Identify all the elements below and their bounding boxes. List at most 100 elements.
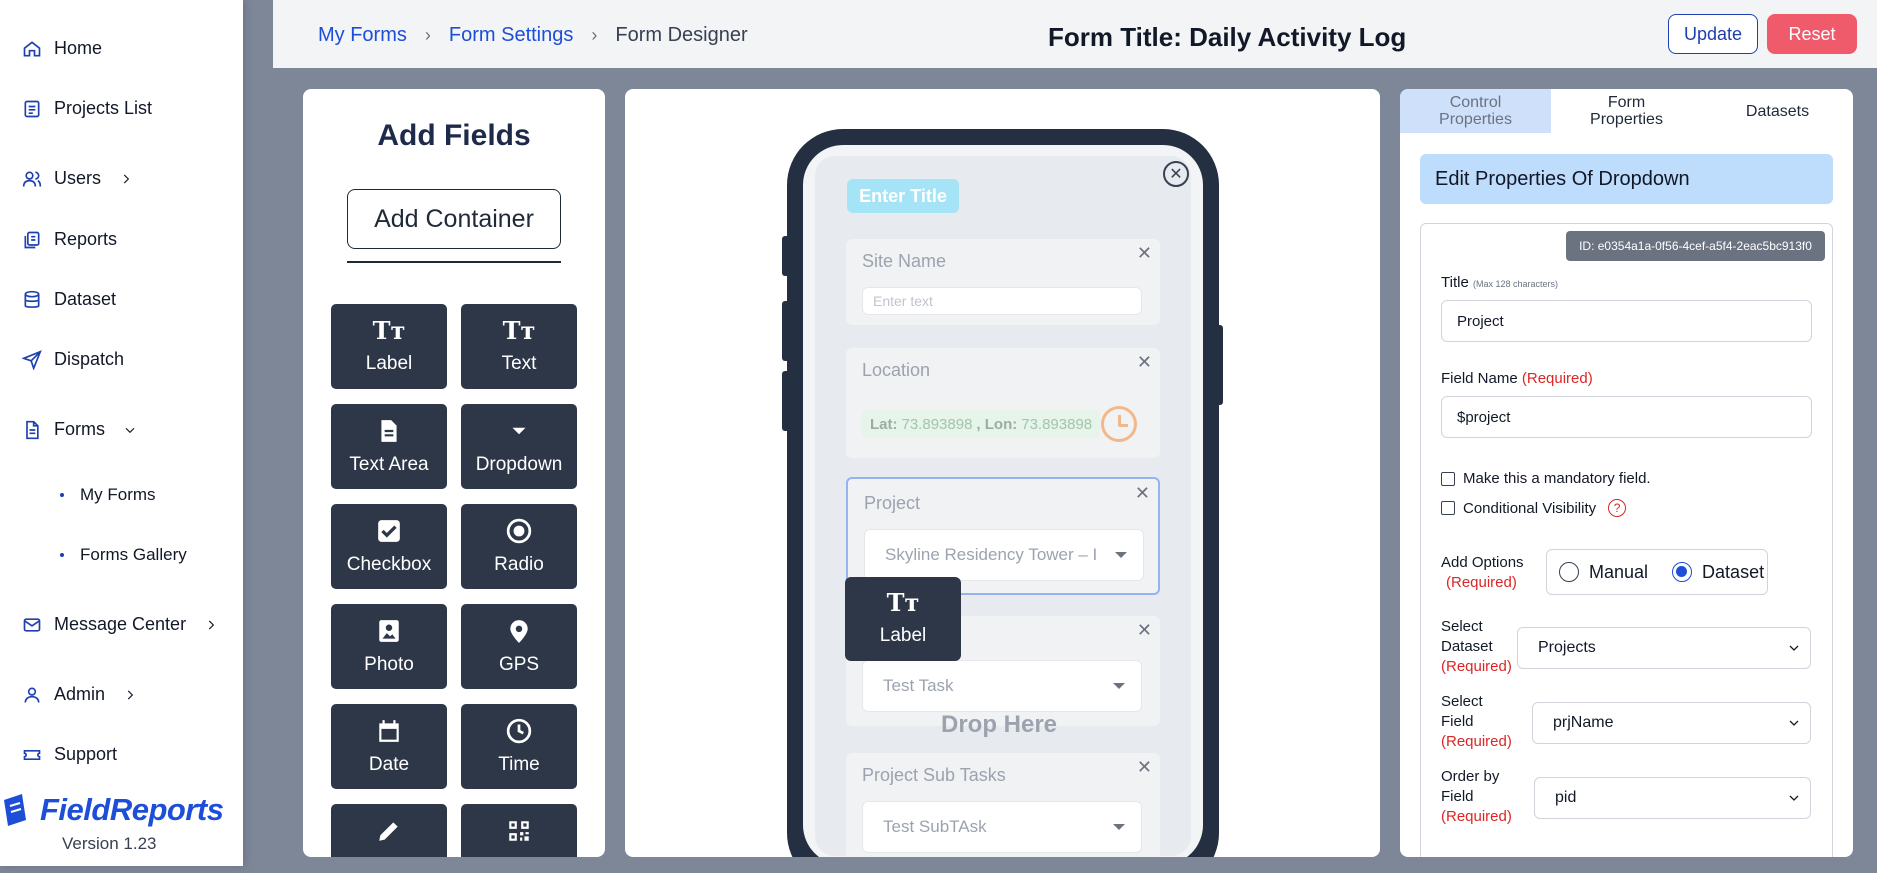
tool-time[interactable]: Time [461, 704, 577, 789]
conditional-visibility-checkbox[interactable]: Conditional Visibility ? [1441, 499, 1627, 517]
sidebar-item-reports[interactable]: Reports [22, 229, 117, 250]
tool-checkbox[interactable]: Checkbox [331, 504, 447, 589]
select-field-label-line: Select [1441, 693, 1483, 710]
chevron-down-icon [125, 427, 135, 433]
sidebar-item-dataset[interactable]: Dataset [22, 289, 116, 310]
checkbox-box[interactable] [1441, 471, 1455, 486]
field-label: Project Sub Tasks [862, 765, 1006, 785]
remove-field-icon[interactable]: ✕ [1137, 352, 1152, 373]
field-location[interactable]: ✕ Location Lat: 73.893898 , Lon: 73.8938… [846, 348, 1160, 458]
caret-down-icon [512, 427, 526, 434]
enter-title-field[interactable]: Enter Title [847, 179, 959, 213]
radio-manual[interactable] [1559, 562, 1579, 582]
mail-icon [23, 617, 41, 632]
select-field-label: Select Field (Required) [1441, 692, 1512, 752]
sidebar-item-admin[interactable]: Admin [22, 684, 137, 705]
chevron-down-icon [1789, 720, 1799, 726]
dropdown-value: Test Task [883, 676, 954, 695]
tool-date[interactable]: Date [331, 704, 447, 789]
help-icon[interactable]: ? [1608, 499, 1627, 517]
order-by-label-line: Field [1441, 788, 1474, 805]
brand-logo: FieldReports [0, 790, 224, 830]
top-header: My Forms › Form Settings › Form Designer… [273, 0, 1877, 68]
checkbox-box[interactable] [1441, 501, 1455, 515]
tab-control-properties[interactable]: Control Properties [1400, 89, 1551, 133]
visibility-label: Conditional Visibility [1463, 499, 1597, 517]
control-id-badge: ID: e0354a1a-0f56-4cef-a5f4-2eac5bc913f0 [1566, 231, 1825, 261]
task-dropdown[interactable]: Test Task [862, 660, 1142, 712]
radio-dataset[interactable] [1672, 562, 1693, 582]
text-type-icon: Tᴛ [372, 315, 406, 345]
lon-label: , Lon: [976, 415, 1018, 433]
remove-field-icon[interactable]: ✕ [1135, 483, 1150, 504]
sidebar-item-home[interactable]: Home [22, 38, 102, 59]
logo-icon [4, 794, 26, 826]
tool-text[interactable]: Tᴛ Text [461, 304, 577, 389]
sidebar-subitem-label: Forms Gallery [80, 545, 187, 564]
tool-qr-code[interactable] [461, 804, 577, 857]
version-label: Version 1.23 [62, 834, 157, 853]
sidebar-item-users[interactable]: Users [22, 168, 133, 189]
tool-text-area[interactable]: Text Area [331, 404, 447, 489]
clock-icon[interactable] [1101, 406, 1137, 442]
add-container-button[interactable]: Add Container [347, 189, 561, 249]
subtasks-dropdown[interactable]: Test SubTAsk [862, 801, 1142, 853]
required-marker: (Required) [1441, 808, 1512, 825]
field-name-input[interactable]: $project [1441, 396, 1812, 438]
chevron-down-icon [1789, 645, 1799, 651]
sidebar-item-projects-list[interactable]: Projects List [22, 98, 152, 119]
bullet-icon [60, 493, 64, 497]
tab-datasets[interactable]: Datasets [1702, 89, 1853, 133]
home-icon [23, 40, 41, 56]
brand-name: FieldReports [40, 792, 224, 827]
file-text-icon [381, 419, 397, 442]
select-order-by[interactable]: pid [1534, 777, 1811, 819]
remove-field-icon[interactable]: ✕ [1137, 620, 1152, 641]
sidebar-item-support[interactable]: Support [22, 744, 117, 765]
breadcrumb-my-forms[interactable]: My Forms [318, 24, 407, 47]
tool-label-text: Date [368, 753, 410, 775]
select-value: Projects [1538, 639, 1596, 656]
update-button[interactable]: Update [1668, 14, 1758, 54]
sidebar-item-forms[interactable]: Forms [22, 419, 137, 440]
tool-label-text: Dropdown [475, 453, 563, 475]
reset-button[interactable]: Reset [1767, 14, 1857, 54]
select-field[interactable]: prjName [1532, 702, 1811, 744]
title-label: Title (Max 128 characters) [1441, 274, 1558, 291]
calendar-icon [379, 719, 399, 742]
tab-form-properties[interactable]: Form Properties [1551, 89, 1702, 133]
close-icon[interactable]: ✕ [1163, 161, 1189, 187]
tool-radio[interactable]: Radio [461, 504, 577, 589]
breadcrumb-form-settings[interactable]: Form Settings [449, 24, 573, 47]
remove-field-icon[interactable]: ✕ [1137, 243, 1152, 264]
field-site-name[interactable]: ✕ Site Name Enter text [846, 239, 1160, 325]
title-input[interactable]: Project [1441, 300, 1812, 342]
sidebar-subitem-my-forms[interactable]: My Forms [60, 485, 156, 505]
required-marker: (Required) [1521, 370, 1593, 387]
select-dataset-label-line: Dataset [1441, 638, 1493, 655]
project-dropdown[interactable]: Skyline Residency Tower – I [864, 529, 1144, 581]
tool-gps[interactable]: GPS [461, 604, 577, 689]
tool-dropdown[interactable]: Dropdown [461, 404, 577, 489]
sidebar-subitem-forms-gallery[interactable]: Forms Gallery [60, 545, 187, 565]
dragged-label-tool[interactable]: Tᴛ Label [845, 577, 961, 661]
dropdown-value: Test SubTAsk [883, 817, 987, 836]
mandatory-checkbox[interactable]: Make this a mandatory field. [1441, 470, 1651, 487]
tool-photo[interactable]: Photo [331, 604, 447, 689]
chevron-right-icon [127, 690, 134, 699]
image-icon [379, 619, 399, 642]
pencil-icon [379, 822, 398, 841]
add-options-text: Add Options [1441, 554, 1524, 571]
caret-down-icon [1115, 552, 1127, 558]
select-value: pid [1555, 789, 1577, 806]
select-dataset[interactable]: Projects [1517, 627, 1811, 669]
sidebar-item-label: Admin [54, 684, 106, 704]
tool-signature[interactable] [331, 804, 447, 857]
sidebar-item-dispatch[interactable]: Dispatch [22, 349, 124, 370]
remove-field-icon[interactable]: ✕ [1137, 757, 1152, 778]
field-project-sub-tasks[interactable]: ✕ Project Sub Tasks Test SubTAsk [846, 753, 1160, 857]
sidebar-item-message-center[interactable]: Message Center [22, 614, 218, 635]
select-dataset-label-line: Select [1441, 618, 1483, 635]
site-name-input[interactable]: Enter text [862, 287, 1142, 315]
tool-label[interactable]: Tᴛ Label [331, 304, 447, 389]
